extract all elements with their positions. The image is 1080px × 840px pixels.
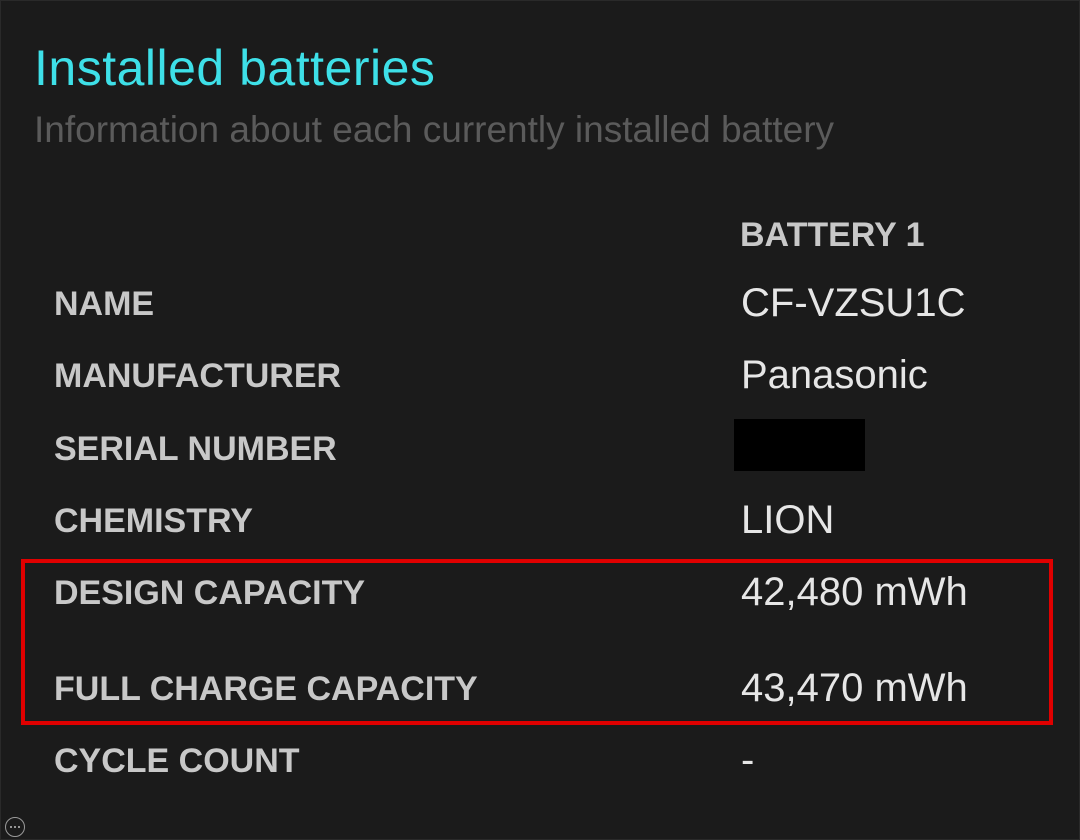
capacity-highlight-box — [21, 559, 1053, 725]
manufacturer-label: MANUFACTURER — [54, 357, 342, 395]
chemistry-label: CHEMISTRY — [54, 502, 253, 540]
battery-report-panel: Installed batteries Information about ea… — [0, 0, 1080, 840]
battery-column-header: BATTERY 1 — [740, 216, 925, 254]
section-subtitle: Information about each currently install… — [34, 109, 835, 150]
section-title: Installed batteries — [34, 40, 436, 96]
serial-number-redacted — [734, 419, 865, 471]
cycle-count-label: CYCLE COUNT — [54, 742, 300, 780]
serial-number-label: SERIAL NUMBER — [54, 430, 337, 468]
name-label: NAME — [54, 285, 155, 323]
more-options-icon[interactable] — [5, 817, 25, 837]
chemistry-value: LION — [741, 498, 835, 542]
cycle-count-value: - — [741, 738, 755, 782]
manufacturer-value: Panasonic — [741, 353, 928, 397]
name-value: CF-VZSU1C — [741, 281, 966, 325]
